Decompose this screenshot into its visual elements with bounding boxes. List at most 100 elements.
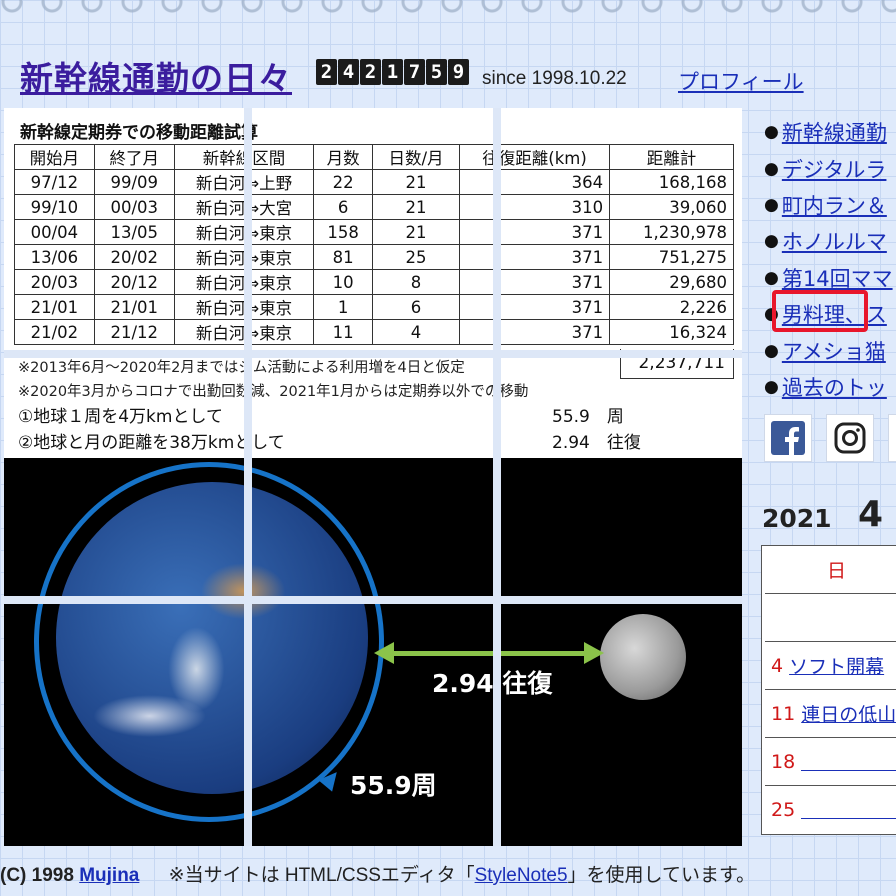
table-cell: 8 [372,269,460,295]
table-cell: 39,060 [609,194,734,220]
tile-seam [4,350,742,358]
tile-seam [244,108,252,846]
nav-item: ● ホノルルマ [764,223,896,259]
table-cell: 10 [313,269,374,295]
table-row: 99/1000/03新白河⇔大宮62131039,060 [14,194,734,220]
calendar-row: 18 [765,738,896,786]
distance-table: 開始月 終了月 新幹線区間 月数 日数/月 往復距離(km) 距離計 97/12… [14,144,734,345]
calendar-header: 日 [765,546,896,594]
nav-link-honolulu[interactable]: ホノルルマ [782,226,887,256]
nav-link-digital[interactable]: デジタルラ [782,154,887,184]
table-cell: 20/12 [93,269,175,295]
table-cell: 13/05 [93,219,175,245]
side-nav: ● 新幹線通勤 ● デジタルラ ● 町内ラン＆ ● ホノルルマ ● 第14回ママ ● 男料理… [764,114,896,405]
table-cell: 29,680 [609,269,734,295]
nav-link-run[interactable]: 町内ラン＆ [782,190,887,220]
table-cell: 16,324 [609,319,734,345]
nav-item: ● 新幹線通勤 [764,114,896,150]
calendar-day: 4 [771,654,784,677]
calendar-row: 4 ソフト開幕 [765,642,896,690]
nav-item: ● 過去のトッ [764,369,896,405]
footer-text-end: 」を使用しています。 [567,865,756,886]
calc-earth-value: 55.9 周 [552,407,624,427]
table-cell: 20/03 [14,269,95,295]
table-cell: 81 [313,244,374,270]
calendar-event-link[interactable]: 連日の低山 [801,700,896,727]
table-cell: 21 [372,169,460,195]
table-cell: 21 [372,219,460,245]
table-cell: 13/06 [14,244,95,270]
table-cell: 1 [313,294,374,320]
note-corona: ※2020年3月からコロナで出勤回数減、2021年1月からは定期券以外での移動 [18,384,529,400]
bullet-icon: ● [764,340,779,361]
nav-item: ● 町内ラン＆ [764,187,896,223]
counter-digit: 4 [338,59,359,85]
instagram-button[interactable] [826,414,874,462]
table-cell: 371 [458,269,611,295]
arrow-left-icon [374,642,394,664]
counter-digit: 5 [426,59,447,85]
table-cell: 4 [372,319,460,345]
author-link[interactable]: Mujina [79,865,139,886]
calendar-event-link[interactable] [801,801,896,819]
nav-link-past[interactable]: 過去のトッ [782,372,887,402]
column-header: 月数 [313,144,374,170]
table-cell: 99/10 [14,194,95,220]
nav-link-14th[interactable]: 第14回ママ [782,263,893,293]
copyright: (C) 1998 [0,865,74,886]
table-cell: 1,230,978 [609,219,734,245]
counter-digit: 2 [360,59,381,85]
table-row: 21/0121/01新白河⇔東京163712,226 [14,294,734,320]
table-cell: 6 [372,294,460,320]
column-header: 日数/月 [372,144,460,170]
table-cell: 21/01 [93,294,175,320]
table-cell: 6 [313,194,374,220]
since-date: since 1998.10.22 [482,68,627,89]
calendar-row: 25 [765,786,896,834]
facebook-button[interactable] [764,414,812,462]
calendar-row: 11 連日の低山 [765,690,896,738]
nav-link-cat[interactable]: アメショ猫 [782,336,886,366]
table-row: 20/0320/12新白河⇔東京10837129,680 [14,269,734,295]
table-cell: 22 [313,169,374,195]
site-title-link[interactable]: 新幹線通勤の日々 [20,52,292,100]
facebook-icon [771,421,805,455]
footer-text: ※当サイトは HTML/CSSエディタ「 [168,865,475,886]
bullet-icon: ● [764,267,779,288]
calc-earth-label: ①地球１周を4万kmとして [18,407,223,427]
table-cell: 364 [458,169,611,195]
calendar-event-link[interactable] [801,753,896,771]
social-button[interactable] [888,414,896,462]
nav-item: ● アメショ猫 [764,332,896,368]
article-image: 新幹線定期券での移動距離試算 開始月 終了月 新幹線区間 月数 日数/月 往復距… [4,108,742,846]
calendar-event-link[interactable]: ソフト開幕 [789,652,884,679]
weekday-sunday: 日 [827,560,847,582]
table-header-row: 開始月 終了月 新幹線区間 月数 日数/月 往復距離(km) 距離計 [14,144,734,170]
moon-image [600,614,686,700]
profile-link[interactable]: プロフィール [678,66,804,96]
laps-label: 55.9周 [350,771,437,800]
counter-digit: 7 [404,59,425,85]
calendar-day: 11 [771,702,796,725]
table-cell: 21 [372,194,460,220]
calc-moon-value: 2.94 往復 [552,433,641,453]
table-row: 97/1299/09新白河⇔上野2221364168,168 [14,169,734,195]
calendar-day: 25 [771,799,796,821]
arrow-right-icon [584,642,604,664]
table-cell: 371 [458,294,611,320]
table-title: 新幹線定期券での移動距離試算 [20,123,258,143]
table-cell: 99/09 [93,169,175,195]
table-cell: 11 [313,319,374,345]
table-cell: 751,275 [609,244,734,270]
table-cell: 310 [458,194,611,220]
table-cell: 158 [313,219,374,245]
table-cell: 21/02 [14,319,95,345]
table-cell: 00/04 [14,219,95,245]
nav-link-commute[interactable]: 新幹線通勤 [782,117,887,147]
table-cell: 21/01 [14,294,95,320]
calendar-row [765,594,896,642]
table-cell: 00/03 [93,194,175,220]
table-cell: 97/12 [14,169,95,195]
calendar-year: 2021 [762,504,832,533]
editor-link[interactable]: StyleNote5 [475,865,568,886]
